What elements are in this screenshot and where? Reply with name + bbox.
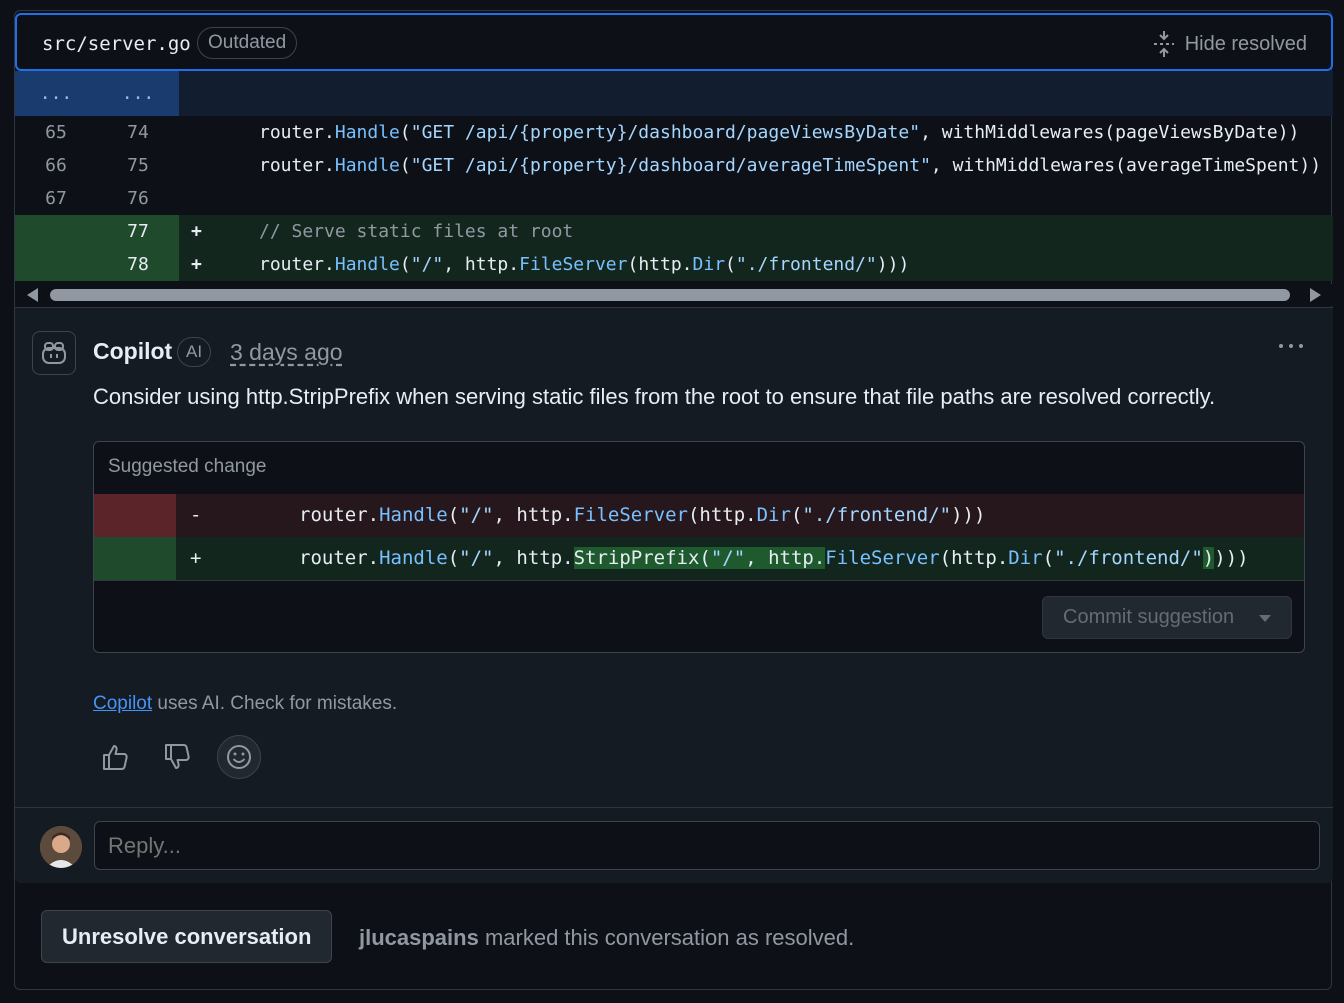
scrollbar-thumb[interactable] [50, 289, 1290, 301]
code-text: // Serve static files at root [259, 221, 574, 242]
resolve-bar: Unresolve conversation jlucaspains marke… [15, 884, 1333, 990]
copilot-avatar-icon[interactable] [32, 331, 76, 375]
new-line-number[interactable]: 76 [97, 182, 179, 215]
commit-suggestion-button[interactable]: Commit suggestion [1042, 596, 1292, 639]
new-line-number[interactable]: 74 [97, 116, 179, 149]
suggested-change-box: Suggested change - router.Handle("/", ht… [93, 441, 1305, 653]
hunk-expand-new[interactable]: ... [97, 71, 179, 116]
ai-disclaimer: Copilot uses AI. Check for mistakes. [93, 693, 398, 714]
old-line-number[interactable]: 66 [15, 149, 97, 182]
added-marker: + [191, 221, 202, 242]
hunk-expand-old[interactable]: ... [15, 71, 97, 116]
suggested-change-header: Suggested change [108, 456, 267, 477]
old-line-number[interactable]: 67 [15, 182, 97, 215]
diff-line-added: 77 + // Serve static files at root [15, 215, 1333, 248]
added-marker: + [191, 254, 202, 275]
outdated-badge: Outdated [197, 27, 298, 59]
diff-table: ... ... @@ -65,6 +74,9 @@ func startWebS… [15, 71, 1333, 281]
comment-body: Consider using http.StripPrefix when ser… [93, 384, 1216, 409]
code-text: router.Handle("/", http.FileServer(http.… [259, 254, 910, 275]
code-text: router.Handle("GET /api/{property}/dashb… [259, 155, 1322, 176]
deleted-marker: - [190, 504, 202, 526]
reaction-bar [93, 735, 261, 779]
comment-author[interactable]: Copilot [93, 338, 172, 365]
reply-input[interactable] [94, 821, 1320, 870]
comment-options-icon[interactable] [1279, 344, 1303, 348]
add-reaction-smiley-icon[interactable] [217, 735, 261, 779]
reply-area [15, 807, 1333, 883]
file-header: src/server.go Outdated Hide resolved [15, 13, 1333, 71]
review-comment: Copilot AI 3 days ago Consider using htt… [15, 307, 1333, 807]
copilot-icon [42, 342, 66, 364]
copilot-link[interactable]: Copilot [93, 693, 152, 714]
added-marker: + [190, 547, 202, 569]
diff-line-added: 78 + router.Handle("/", http.FileServer(… [15, 248, 1333, 281]
comment-timestamp[interactable]: 3 days ago [230, 339, 343, 366]
scroll-left-arrow-icon[interactable] [27, 288, 38, 302]
new-line-number[interactable]: 77 [97, 215, 179, 248]
code-text: router.Handle("/", http.StripPrefix("/",… [299, 547, 1249, 569]
thumbs-up-icon[interactable] [93, 735, 137, 779]
chevron-down-icon[interactable] [1259, 615, 1271, 622]
old-line-number [15, 248, 97, 281]
suggestion-added-line: + router.Handle("/", http.StripPrefix("/… [94, 537, 1304, 580]
resolved-status-text: jlucaspains marked this conversation as … [359, 925, 855, 950]
old-line-number [15, 215, 97, 248]
diff-line: 65 74 router.Handle("GET /api/{property}… [15, 116, 1333, 149]
unresolve-conversation-button[interactable]: Unresolve conversation [41, 910, 333, 963]
ai-badge: AI [177, 337, 212, 367]
resolver-username[interactable]: jlucaspains [359, 925, 479, 950]
review-thread: src/server.go Outdated Hide resolved ...… [14, 10, 1333, 990]
thumbs-down-icon[interactable] [155, 735, 199, 779]
fold-icon [1153, 31, 1174, 57]
suggestion-footer: Commit suggestion [94, 580, 1304, 652]
scroll-right-arrow-icon[interactable] [1310, 288, 1321, 302]
old-line-number[interactable]: 65 [15, 116, 97, 149]
hide-resolved-button[interactable]: Hide resolved [1153, 29, 1307, 59]
diff-line: 66 75 router.Handle("GET /api/{property}… [15, 149, 1333, 182]
user-avatar[interactable] [40, 826, 82, 868]
new-line-number[interactable]: 78 [97, 248, 179, 281]
suggestion-deleted-line: - router.Handle("/", http.FileServer(htt… [94, 494, 1304, 537]
hunk-header: ... ... @@ -65,6 +74,9 @@ func startWebS… [15, 71, 1333, 239]
code-text: router.Handle("GET /api/{property}/dashb… [259, 122, 1300, 143]
new-line-number[interactable]: 75 [97, 149, 179, 182]
hide-resolved-label: Hide resolved [1184, 32, 1307, 55]
horizontal-scrollbar[interactable] [15, 284, 1333, 306]
diff-line: 67 76 [15, 182, 1333, 215]
file-path-link[interactable]: src/server.go [42, 33, 191, 55]
code-text: router.Handle("/", http.FileServer(http.… [299, 504, 986, 526]
